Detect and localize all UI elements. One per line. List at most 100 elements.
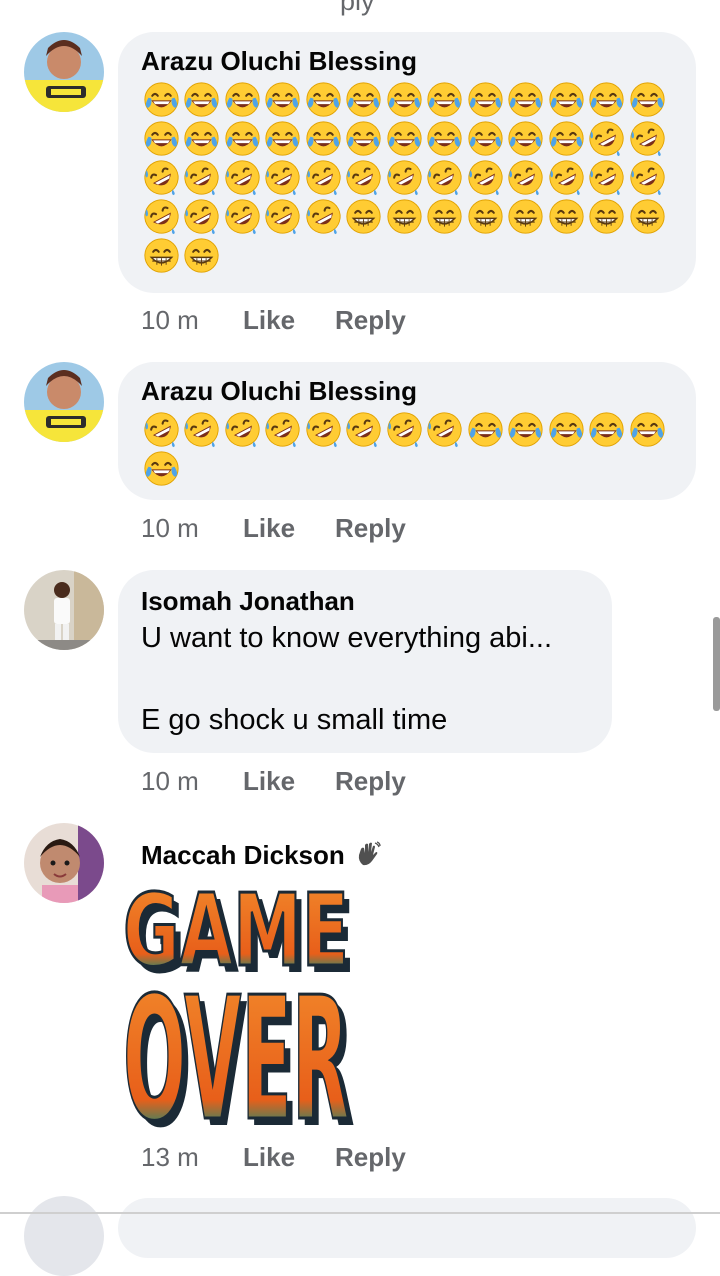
rolling-on-floor-laughing-icon [425, 410, 466, 449]
rolling-on-floor-laughing-icon [222, 197, 263, 236]
comment-actions: 10 m Like Reply [141, 510, 406, 546]
comment-author[interactable]: Arazu Oluchi Blessing [141, 44, 672, 78]
face-with-tears-of-joy-icon [182, 119, 223, 158]
rolling-on-floor-laughing-icon [141, 410, 182, 449]
comment-bubble: Isomah Jonathan U want to know everythin… [118, 570, 612, 753]
comment-time[interactable]: 13 m [141, 1142, 243, 1173]
comment-time[interactable]: 10 m [141, 766, 243, 797]
rolling-on-floor-laughing-icon [344, 158, 385, 197]
comment-time[interactable]: 10 m [141, 513, 243, 544]
face-with-tears-of-joy-icon [546, 80, 587, 119]
comment-actions: 10 m Like Reply [141, 763, 406, 799]
grinning-face-icon [546, 197, 587, 236]
comment-bubble: Arazu Oluchi Blessing [118, 362, 696, 500]
rolling-on-floor-laughing-icon [182, 410, 223, 449]
like-button[interactable]: Like [243, 513, 335, 544]
grinning-face-icon [344, 197, 385, 236]
face-with-tears-of-joy-icon [465, 410, 506, 449]
rolling-on-floor-laughing-icon [627, 158, 668, 197]
grinning-face-icon [506, 197, 547, 236]
face-with-tears-of-joy-icon [263, 119, 304, 158]
grinning-face-icon [141, 236, 182, 275]
reply-button[interactable]: Reply [335, 1142, 406, 1173]
face-with-tears-of-joy-icon [263, 80, 304, 119]
face-with-tears-of-joy-icon [627, 410, 668, 449]
grinning-face-icon [465, 197, 506, 236]
comment-bubble [118, 1198, 696, 1258]
face-with-tears-of-joy-icon [506, 119, 547, 158]
face-with-tears-of-joy-icon [384, 80, 425, 119]
rolling-on-floor-laughing-icon [141, 158, 182, 197]
avatar[interactable] [24, 570, 104, 650]
scrollbar[interactable] [713, 617, 720, 711]
sticker-word-over: OVER [123, 961, 349, 1133]
face-with-tears-of-joy-icon [425, 119, 466, 158]
grinning-face-icon [384, 197, 425, 236]
comment-text: E go shock u small time [141, 704, 448, 736]
avatar[interactable] [24, 32, 104, 112]
reply-button[interactable]: Reply [335, 305, 406, 336]
comment-text-spacer [141, 659, 588, 700]
face-with-tears-of-joy-icon [141, 449, 182, 488]
reply-button[interactable]: Reply [335, 513, 406, 544]
face-with-tears-of-joy-icon [384, 119, 425, 158]
like-button[interactable]: Like [243, 305, 335, 336]
face-with-tears-of-joy-icon [627, 80, 668, 119]
like-button[interactable]: Like [243, 766, 335, 797]
divider [0, 1212, 720, 1214]
face-with-tears-of-joy-icon [141, 80, 182, 119]
rolling-on-floor-laughing-icon [587, 158, 628, 197]
face-with-tears-of-joy-icon [425, 80, 466, 119]
comment-bubble: Arazu Oluchi Blessing [118, 32, 696, 293]
face-with-tears-of-joy-icon [141, 119, 182, 158]
face-with-tears-of-joy-icon [546, 119, 587, 158]
comment-text: U want to know everything abi... [141, 622, 553, 654]
rolling-on-floor-laughing-icon [263, 197, 304, 236]
comment-author[interactable]: Isomah Jonathan [141, 584, 588, 618]
author-row: Maccah Dickson [141, 838, 381, 872]
avatar[interactable] [24, 823, 104, 903]
avatar[interactable] [24, 362, 104, 442]
avatar-image [24, 570, 104, 650]
comment-author[interactable]: Arazu Oluchi Blessing [141, 374, 672, 408]
rolling-on-floor-laughing-icon [344, 410, 385, 449]
comment-time[interactable]: 10 m [141, 305, 243, 336]
emoji-grid [141, 80, 671, 275]
emoji-grid [141, 410, 671, 488]
game-over-sticker[interactable]: GAME GAME OVER OVER [118, 871, 358, 1167]
rolling-on-floor-laughing-icon [303, 410, 344, 449]
face-with-tears-of-joy-icon [303, 119, 344, 158]
avatar-image [24, 362, 104, 442]
face-with-tears-of-joy-icon [182, 80, 223, 119]
face-with-tears-of-joy-icon [303, 80, 344, 119]
rolling-on-floor-laughing-icon [425, 158, 466, 197]
grinning-face-icon [627, 197, 668, 236]
rolling-on-floor-laughing-icon [222, 158, 263, 197]
rolling-on-floor-laughing-icon [303, 197, 344, 236]
face-with-tears-of-joy-icon [465, 80, 506, 119]
avatar-image [24, 823, 104, 903]
rolling-on-floor-laughing-icon [465, 158, 506, 197]
rolling-on-floor-laughing-icon [303, 158, 344, 197]
face-with-tears-of-joy-icon [222, 119, 263, 158]
face-with-tears-of-joy-icon [506, 80, 547, 119]
rolling-on-floor-laughing-icon [384, 410, 425, 449]
face-with-tears-of-joy-icon [546, 410, 587, 449]
rolling-on-floor-laughing-icon [141, 197, 182, 236]
reply-button[interactable]: Reply [335, 766, 406, 797]
comment-actions: 13 m Like Reply [141, 1139, 406, 1175]
rolling-on-floor-laughing-icon [263, 158, 304, 197]
grinning-face-icon [182, 236, 223, 275]
rolling-on-floor-laughing-icon [627, 119, 668, 158]
like-button[interactable]: Like [243, 1142, 335, 1173]
comment-author[interactable]: Maccah Dickson [141, 840, 345, 870]
rolling-on-floor-laughing-icon [384, 158, 425, 197]
rolling-on-floor-laughing-icon [506, 158, 547, 197]
avatar-image [24, 32, 104, 112]
rolling-on-floor-laughing-icon [587, 119, 628, 158]
grinning-face-icon [425, 197, 466, 236]
grinning-face-icon [587, 197, 628, 236]
face-with-tears-of-joy-icon [587, 80, 628, 119]
avatar[interactable] [24, 1196, 104, 1276]
face-with-tears-of-joy-icon [222, 80, 263, 119]
